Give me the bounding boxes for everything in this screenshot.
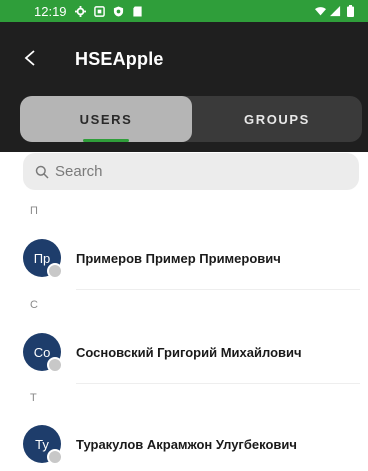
active-tab-indicator [83,139,129,142]
shield-icon [113,5,124,17]
status-dot [47,263,63,279]
avatar: Ту [23,425,63,465]
avatar-initials: Пр [33,250,51,266]
contact-item[interactable]: Пр Примеров Пример Примерович [0,232,368,284]
search-placeholder: Search [55,163,103,180]
tab-groups[interactable]: GROUPS [192,96,362,142]
wifi-icon [315,6,326,17]
avatar: Пр [23,239,63,279]
divider [76,383,360,384]
divider [76,289,360,290]
back-arrow-icon [24,50,35,66]
status-dot [47,357,63,373]
contact-name: Сосновский Григорий Михайлович [76,344,302,360]
contact-item[interactable]: Ту Туракулов Акрамжон Улугбекович [0,418,368,470]
contact-name: Примеров Пример Примерович [76,250,281,266]
status-icons-right [315,5,356,17]
page-title: HSEApple [75,49,164,69]
search-input[interactable]: Search [23,153,359,190]
battery-icon [345,5,356,17]
status-time: 12:19 [34,3,67,19]
avatar-initials: Со [33,344,51,360]
tab-bar: USERS GROUPS [20,96,362,142]
section-header: Т [30,392,37,404]
status-dot [47,449,63,465]
contact-name: Туракулов Акрамжон Улугбекович [76,436,297,452]
search-icon [35,165,49,179]
tab-users-label: USERS [79,111,133,127]
contact-item[interactable]: Со Сосновский Григорий Михайлович [0,326,368,378]
signal-icon [330,5,341,17]
sd-card-icon [132,5,143,17]
tab-users[interactable]: USERS [20,96,192,142]
tab-groups-label: GROUPS [244,111,310,127]
status-icons-left [74,5,143,17]
section-header: П [30,205,38,217]
avatar: Со [23,333,63,373]
a-badge-icon [93,5,105,17]
app-bar: HSEApple USERS GROUPS [0,22,368,152]
section-header: С [30,299,38,311]
status-bar: 12:19 [0,0,368,22]
avatar-initials: Ту [35,436,49,452]
settings-icon [74,5,86,17]
back-button[interactable] [18,46,42,70]
